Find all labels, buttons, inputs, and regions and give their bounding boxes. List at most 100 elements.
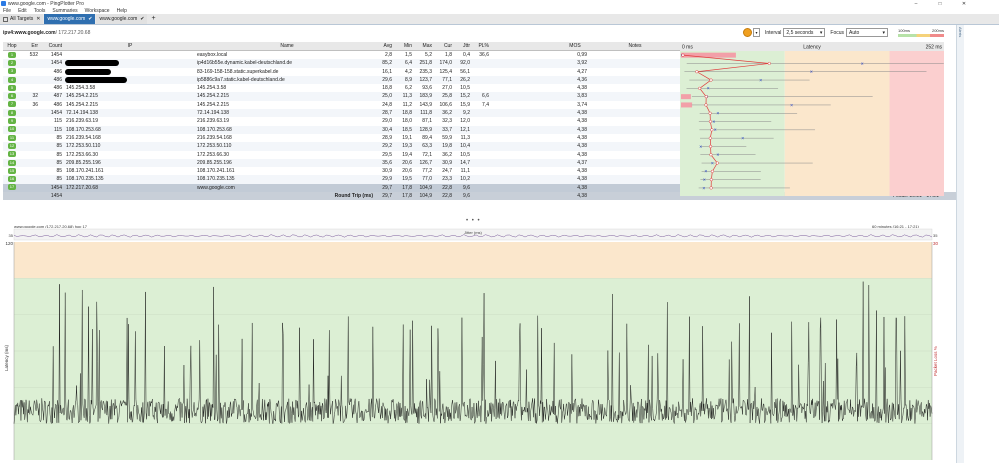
table-row[interactable]: 14 85 209.85.255.196 209.85.255.196 35,6 20,6… [3,158,680,168]
focus-select[interactable]: Auto ▾ [846,28,889,37]
cell-min: 11,3 [402,93,412,100]
col-max[interactable]: Max [415,42,432,51]
grid-icon [3,16,8,22]
cell-max: 89,4 [422,134,432,141]
tab-label: www.google.com [47,16,86,22]
alerts-sidebar[interactable]: Alerts [956,25,964,463]
table-row[interactable]: 1 532 1454 easybox.local 2,8 1,5 5,2 1,8 0,4 36,6… [3,51,680,59]
cell-mos: 4,38 [577,176,587,183]
table-row[interactable]: 11 85 216.239.54.168 216.239.54.168 28,9 19,1… [3,134,680,142]
current-latency-marker: × [707,86,710,92]
table-row[interactable]: 9 115 216.239.63.19 216.239.63.19 29,0 18,0 87… [3,117,680,125]
menu-file[interactable]: File [3,8,11,14]
total-cur: 22,8 [442,193,452,200]
col-jttr[interactable]: Jttr [456,42,470,51]
tab-google[interactable]: www.google.com ✔ [96,14,148,24]
cell-cur: 30,9 [442,159,452,166]
threshold-bar [898,34,944,37]
col-ip[interactable]: IP [66,42,194,51]
cell-hop: 10 [3,126,21,134]
col-name[interactable]: Name [197,42,377,51]
cell-min: 20,6 [402,159,412,166]
cell-cur: 27,0 [442,85,452,92]
add-tab-button[interactable]: + [148,14,158,24]
cell-ip: 145.254.2.215 [66,93,98,100]
cell-cur: 23,3 [442,176,452,183]
hop-number-badge: 1 [8,51,16,58]
cell-hop: 17 [3,184,21,192]
col-avg[interactable]: Avg [375,42,392,51]
cell-name: 216.239.63.19 [197,118,229,125]
cell-cur: 77,1 [442,76,452,83]
total-jttr: 9,6 [463,193,470,200]
tab-google-active[interactable]: www.google.com ✔ [44,14,96,24]
col-hop[interactable]: Hop [3,42,21,51]
table-row[interactable]: 13 85 172.253.66.30 172.253.66.30 29,5 19,4 72… [3,151,680,159]
close-button[interactable]: ✕ [952,0,976,7]
table-row[interactable]: 16 85 108.170.235.135 108.170.235.135 29,9 19… [3,175,680,184]
close-tab-icon[interactable]: ✕ [36,16,40,22]
trace-options-dropdown[interactable]: ▾ [753,28,760,37]
cell-max: 251,8 [419,60,432,67]
alerts-label: Alerts [958,27,963,38]
cell-mos: 4,38 [577,126,587,133]
table-row[interactable]: 2 1454 ip4d16b55e.dynamic.kabel-deutschlan… [3,59,680,68]
splitter-handle[interactable]: • • • [466,218,481,224]
pause-trace-button[interactable] [743,28,752,37]
cell-jttr: 0,4 [463,52,470,58]
table-row[interactable]: 7 36 486 145.254.2.215 145.254.2.215 24,8 11,2… [3,101,680,109]
table-row[interactable]: 3 486 83-169-158-158.static.superkabel.de 1… [3,68,680,76]
cell-hop: 9 [3,117,21,125]
packet-loss-axis-title: Packet Loss % [933,346,938,376]
cell-cur: 22,8 [442,184,452,191]
tab-label: www.google.com [99,16,138,22]
menu-summaries[interactable]: Summaries [52,8,77,14]
cell-cur: 174,0 [439,60,452,67]
col-cur[interactable]: Cur [436,42,452,51]
cell-mos: 4,38 [577,118,587,125]
cell-mos: 4,38 [577,134,587,141]
menu-edit[interactable]: Edit [18,8,27,14]
hop-number-badge: 6 [8,93,16,100]
current-latency-marker: × [711,161,714,167]
col-mos[interactable]: MOS [563,42,587,51]
menu-tools[interactable]: Tools [34,8,46,14]
col-notes[interactable]: Notes [590,42,680,51]
latency-graph[interactable]: Jitter (ms) 35 35 120 30 Latency (ms) Packet L… [0,228,956,463]
hop-number-badge: 11 [8,134,16,141]
zone-yellow [784,51,890,196]
menu-help[interactable]: Help [117,8,127,14]
cell-avg: 29,6 [382,76,392,83]
table-row[interactable]: 10 115 108.170.253.68 108.170.253.68 30,4 18,… [3,125,680,134]
hop-number-badge: 17 [8,184,16,191]
col-pl[interactable]: PL% [475,42,489,51]
table-row[interactable]: 4 486 ip5886c9a7.static.kabel-deutschland.… [3,75,680,85]
cell-hop: 12 [3,142,21,150]
table-row[interactable]: 5 486 145.254.3.58 145.254.3.58 18,8 6,2 93,6 2… [3,84,680,92]
menu-workspace[interactable]: Workspace [85,8,110,14]
cell-jttr: 10,4 [460,143,470,150]
col-min[interactable]: Min [396,42,412,51]
table-row[interactable]: 8 1454 72.14.194.138 72.14.194.138 28,7 18,8 1… [3,109,680,118]
cell-err: 532 [29,52,38,58]
col-err[interactable]: Err [24,42,38,51]
table-row[interactable]: 12 85 172.253.50.110 172.253.50.110 29,2 19,3… [3,142,680,151]
average-latency-point [708,111,712,115]
cell-min: 18,8 [402,110,412,117]
maximize-button[interactable]: □ [928,0,952,7]
minimize-button[interactable]: – [904,0,928,7]
current-latency-marker: × [716,111,719,117]
cell-name: 209.85.255.196 [197,159,232,166]
interval-select[interactable]: 2,5 seconds ▾ [783,28,826,37]
average-latency-point [709,78,713,82]
table-row[interactable]: 17 1454 172.217.20.68 www.google.com 29,7 17,… [3,183,680,193]
col-count[interactable]: Count [40,42,62,51]
tab-all-targets[interactable]: All Targets ✕ [0,14,44,24]
cell-pl: 6,6 [482,93,489,100]
table-row[interactable]: 6 32 487 145.254.2.215 145.254.2.215 25,0 11,3… [3,92,680,101]
table-row[interactable]: 15 85 108.170.241.161 108.170.241.161 30,9 20… [3,167,680,175]
title-bar: www.google.com - PingPlotter Pro – □ ✕ [0,0,999,7]
graph-zone-yellow [14,242,932,279]
average-latency-point [704,103,708,107]
average-latency-point [709,153,713,157]
